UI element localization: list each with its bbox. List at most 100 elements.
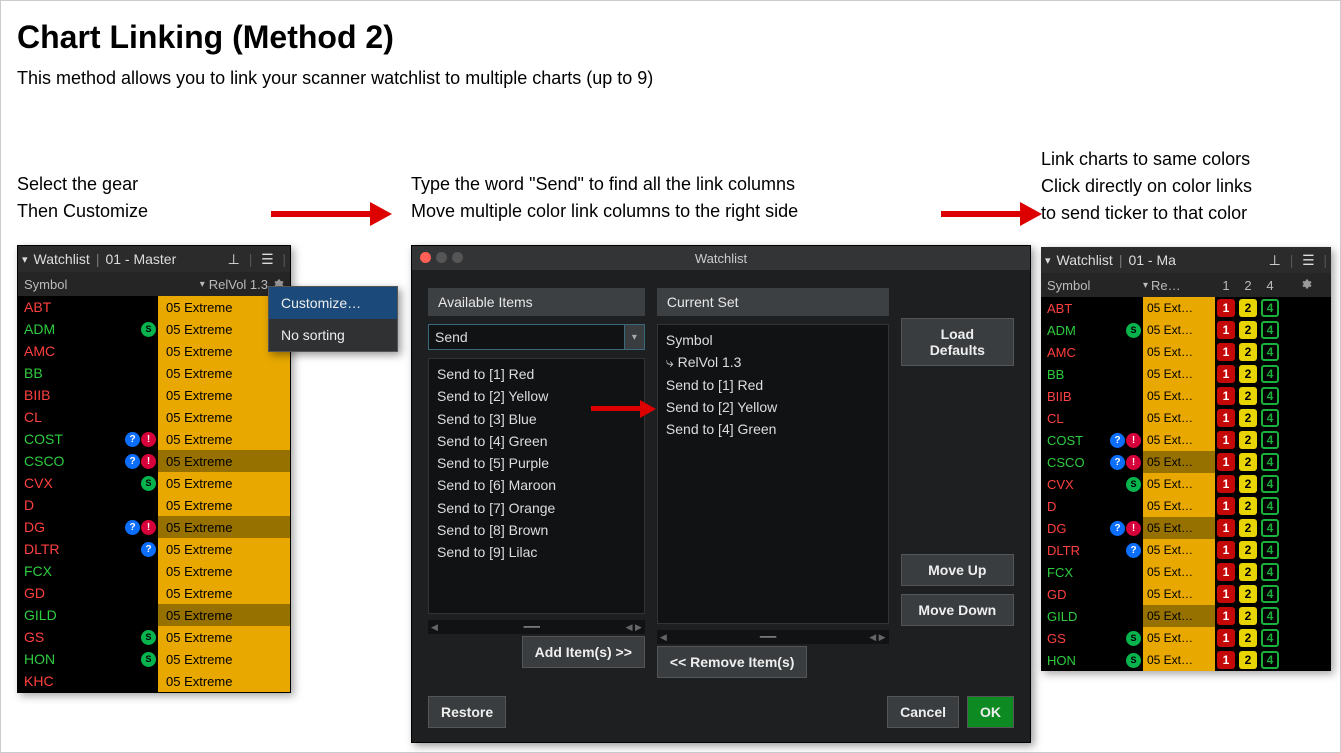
send-4-cell[interactable]: 4 [1259,341,1281,363]
send-2-cell[interactable]: 2 [1237,561,1259,583]
dropdown-icon[interactable]: ▾ [625,324,645,350]
list-icon[interactable]: ☰ [1299,252,1317,269]
pin-icon[interactable]: ⊥ [225,251,243,268]
list-item[interactable]: Send to [1] Red [435,363,638,385]
send-4-cell[interactable]: 4 [1259,429,1281,451]
move-down-button[interactable]: Move Down [901,594,1014,626]
send-1-cell[interactable]: 1 [1215,363,1237,385]
table-row[interactable]: GSS05 Ext…124 [1041,627,1331,649]
send-2-cell[interactable]: 2 [1237,627,1259,649]
send-1-cell[interactable]: 1 [1215,517,1237,539]
send-4-cell[interactable]: 4 [1259,605,1281,627]
table-row[interactable]: DLTR?05 Ext…124 [1041,539,1331,561]
menu-item-customize[interactable]: Customize… [269,287,397,319]
send-1-cell[interactable]: 1 [1215,627,1237,649]
list-item[interactable]: Send to [6] Maroon [435,474,638,496]
table-row[interactable]: HONS05 Extreme [18,648,290,670]
send-4-cell[interactable]: 4 [1259,517,1281,539]
send-4-cell[interactable]: 4 [1259,451,1281,473]
table-row[interactable]: D05 Extreme [18,494,290,516]
send-1-cell[interactable]: 1 [1215,429,1237,451]
current-set-list[interactable]: Symbol⤷ RelVol 1.3Send to [1] RedSend to… [657,324,889,624]
table-row[interactable]: D05 Ext…124 [1041,495,1331,517]
table-row[interactable]: ADMS05 Ext…124 [1041,319,1331,341]
move-up-button[interactable]: Move Up [901,554,1014,586]
send-1-cell[interactable]: 1 [1215,385,1237,407]
table-row[interactable]: BIIB05 Ext…124 [1041,385,1331,407]
restore-button[interactable]: Restore [428,696,506,728]
header-col-2[interactable]: 2 [1237,278,1259,293]
watchlist-profile[interactable]: 01 - Master [105,251,176,267]
send-2-cell[interactable]: 2 [1237,319,1259,341]
table-row[interactable]: GD05 Extreme [18,582,290,604]
table-row[interactable]: KHC05 Extreme [18,670,290,692]
available-items-list[interactable]: Send to [1] RedSend to [2] YellowSend to… [428,358,645,614]
table-row[interactable]: FCX05 Ext…124 [1041,561,1331,583]
send-2-cell[interactable]: 2 [1237,385,1259,407]
send-1-cell[interactable]: 1 [1215,605,1237,627]
send-1-cell[interactable]: 1 [1215,539,1237,561]
chevron-down-icon[interactable]: ▾ [1045,254,1051,267]
add-items-button[interactable]: Add Item(s) >> [522,636,645,668]
header-col-1[interactable]: 1 [1215,278,1237,293]
send-4-cell[interactable]: 4 [1259,561,1281,583]
table-row[interactable]: AMC05 Ext…124 [1041,341,1331,363]
table-row[interactable]: GSS05 Extreme [18,626,290,648]
send-2-cell[interactable]: 2 [1237,473,1259,495]
header-symbol[interactable]: Symbol [1041,278,1143,293]
list-item[interactable]: Send to [7] Orange [435,497,638,519]
send-1-cell[interactable]: 1 [1215,473,1237,495]
send-4-cell[interactable]: 4 [1259,583,1281,605]
table-row[interactable]: DLTR?05 Extreme [18,538,290,560]
table-row[interactable]: BIIB05 Extreme [18,384,290,406]
table-row[interactable]: ABT05 Extreme [18,296,290,318]
header-re[interactable]: Re… [1151,278,1181,293]
table-row[interactable]: ADMS05 Extreme [18,318,290,340]
send-2-cell[interactable]: 2 [1237,605,1259,627]
table-row[interactable]: COST?!05 Extreme [18,428,290,450]
send-4-cell[interactable]: 4 [1259,649,1281,671]
load-defaults-button[interactable]: Load Defaults [901,318,1014,366]
send-4-cell[interactable]: 4 [1259,473,1281,495]
maximize-icon[interactable] [452,252,463,263]
send-1-cell[interactable]: 1 [1215,297,1237,319]
table-row[interactable]: CVXS05 Extreme [18,472,290,494]
send-2-cell[interactable]: 2 [1237,451,1259,473]
list-item[interactable]: Send to [5] Purple [435,452,638,474]
header-col-4[interactable]: 4 [1259,278,1281,293]
table-row[interactable]: CVXS05 Ext…124 [1041,473,1331,495]
table-row[interactable]: BB05 Extreme [18,362,290,384]
table-row[interactable]: CSCO?!05 Extreme [18,450,290,472]
send-4-cell[interactable]: 4 [1259,495,1281,517]
send-1-cell[interactable]: 1 [1215,407,1237,429]
send-2-cell[interactable]: 2 [1237,341,1259,363]
scrollbar[interactable]: ◀━━━◀ ▶ [428,620,645,634]
send-2-cell[interactable]: 2 [1237,363,1259,385]
pin-icon[interactable]: ⊥ [1266,252,1284,269]
send-2-cell[interactable]: 2 [1237,495,1259,517]
header-symbol[interactable]: Symbol [18,277,158,292]
send-1-cell[interactable]: 1 [1215,319,1237,341]
gear-icon[interactable] [1300,278,1312,290]
send-2-cell[interactable]: 2 [1237,297,1259,319]
table-row[interactable]: COST?!05 Ext…124 [1041,429,1331,451]
send-2-cell[interactable]: 2 [1237,649,1259,671]
scrollbar[interactable]: ◀━━━◀ ▶ [657,630,889,644]
send-1-cell[interactable]: 1 [1215,451,1237,473]
send-2-cell[interactable]: 2 [1237,407,1259,429]
send-4-cell[interactable]: 4 [1259,539,1281,561]
chevron-down-icon[interactable]: ▾ [22,253,28,266]
list-item[interactable]: Send to [9] Lilac [435,541,638,563]
list-item[interactable]: Symbol [664,329,882,351]
table-row[interactable]: BB05 Ext…124 [1041,363,1331,385]
table-row[interactable]: CL05 Ext…124 [1041,407,1331,429]
send-4-cell[interactable]: 4 [1259,385,1281,407]
list-item[interactable]: Send to [4] Green [664,418,882,440]
remove-items-button[interactable]: << Remove Item(s) [657,646,808,678]
menu-item-no-sorting[interactable]: No sorting [269,319,397,351]
table-row[interactable]: ABT05 Ext…124 [1041,297,1331,319]
send-4-cell[interactable]: 4 [1259,363,1281,385]
close-icon[interactable] [420,252,431,263]
table-row[interactable]: FCX05 Extreme [18,560,290,582]
table-row[interactable]: GD05 Ext…124 [1041,583,1331,605]
